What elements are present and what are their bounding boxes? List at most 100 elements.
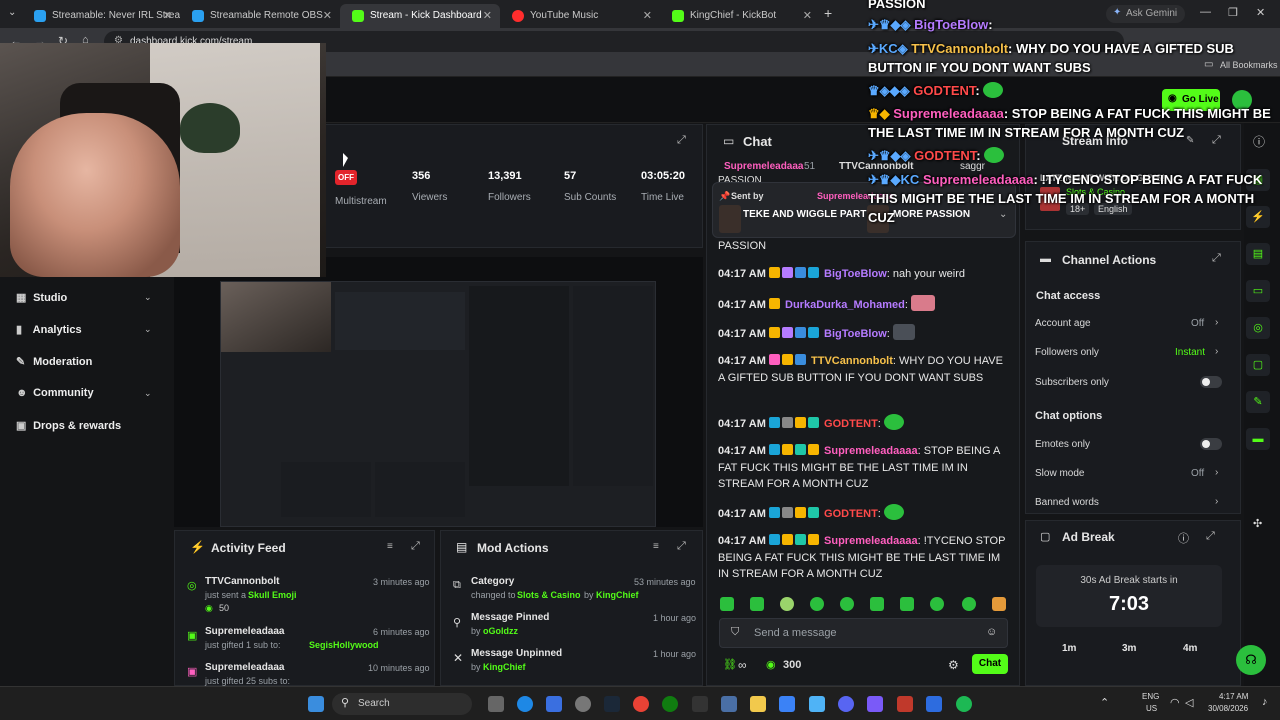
expand-icon[interactable]: ⤢ [411, 540, 420, 553]
activity-user[interactable]: TTVCannonbolt [205, 576, 279, 587]
filter-icon[interactable]: ≡ [387, 541, 393, 552]
chat-username[interactable]: Supremeleadaaaa [824, 535, 918, 547]
chevron-down-icon[interactable]: ⌄ [144, 388, 152, 399]
wifi-icon[interactable]: ◠ [1170, 696, 1180, 709]
sidebar-item-moderation[interactable]: ✎ Moderation [16, 355, 92, 368]
close-tab-icon[interactable]: ✕ [163, 9, 172, 22]
followers-only-label[interactable]: Followers only [1035, 347, 1099, 358]
chevron-right-icon[interactable]: › [1215, 346, 1218, 357]
puzzle-icon[interactable]: ✣ [1253, 517, 1262, 530]
emoji-picker-icon[interactable]: ☺ [986, 626, 997, 638]
settings-gear-icon[interactable]: ⚙ [948, 658, 959, 672]
emote-icon[interactable] [870, 597, 884, 611]
chat-username[interactable]: BigToeBlow [824, 328, 887, 340]
close-tab-icon[interactable]: ✕ [483, 9, 492, 22]
expand-icon[interactable]: ⤢ [1206, 530, 1215, 543]
notification-bell-icon[interactable]: ♪ [1262, 696, 1268, 708]
expand-icon[interactable]: ⤢ [677, 540, 686, 553]
edge-icon[interactable] [517, 696, 533, 712]
mod-action-actor[interactable]: KingChief [483, 662, 526, 672]
expand-icon[interactable]: ⤢ [1212, 252, 1221, 265]
rail-button-chat[interactable]: ▭ [1246, 280, 1270, 302]
chevron-up-icon[interactable]: ⌃ [1100, 696, 1109, 709]
chat-username[interactable]: Supremeleadaaaa [824, 445, 918, 457]
taskbar-search[interactable]: ⚲ Search [332, 693, 472, 715]
activity-user[interactable]: Supremeleadaaa [205, 662, 285, 673]
emote-icon[interactable] [780, 597, 794, 611]
chevron-down-icon[interactable]: ⌄ [144, 292, 152, 303]
store-icon[interactable] [779, 696, 795, 712]
emote-icon[interactable] [900, 597, 914, 611]
language-indicator[interactable]: ENG [1142, 692, 1159, 701]
emotes-only-toggle[interactable] [1200, 438, 1222, 450]
emote-icon[interactable] [810, 597, 824, 611]
expand-icon[interactable]: ⤢ [677, 134, 686, 147]
rail-button-target[interactable]: ◎ [1246, 317, 1270, 339]
rail-button-window[interactable]: ▬ [1246, 428, 1270, 450]
task-view-icon[interactable] [488, 696, 504, 712]
mod-action-actor[interactable]: oGoldzz [483, 626, 518, 636]
browser-tab-4[interactable]: YouTube Music ✕ [500, 4, 660, 28]
browser-tab-5[interactable]: KingChief - KickBot ✕ [660, 4, 820, 28]
chat-username[interactable]: Supremeleadaaa [724, 161, 804, 172]
browser-tab-1[interactable]: Streamable: Never IRL Stream W ✕ [22, 4, 180, 28]
chat-username[interactable]: DurkaDurka_Mohamed [785, 299, 905, 311]
close-tab-icon[interactable]: ✕ [803, 9, 812, 22]
subscribers-only-toggle[interactable] [1200, 376, 1222, 388]
chat-username[interactable]: GODTENT [824, 508, 878, 520]
volume-icon[interactable]: ◁ [1185, 696, 1193, 709]
banned-words-label[interactable]: Banned words [1035, 497, 1099, 508]
support-headset-button[interactable]: ☊ [1236, 645, 1266, 675]
ad-option-3m[interactable]: 3m [1122, 643, 1136, 654]
close-tab-icon[interactable]: ✕ [323, 9, 332, 22]
ad-option-1m[interactable]: 1m [1062, 643, 1076, 654]
emote-icon[interactable] [720, 597, 734, 611]
browser-tab-3[interactable]: Stream - Kick Dashboard ✕ [340, 4, 500, 28]
sidebar-item-drops[interactable]: ▣ Drops & rewards [16, 419, 121, 432]
send-chat-button[interactable]: Chat [972, 654, 1008, 674]
slow-mode-label[interactable]: Slow mode [1035, 468, 1084, 479]
chevron-down-icon[interactable]: ⌄ [144, 324, 152, 335]
chat-username[interactable]: TTVCannonbolt [811, 355, 893, 367]
app-icon[interactable] [809, 696, 825, 712]
app-icon[interactable] [546, 696, 562, 712]
chat-input[interactable]: ⛉ Send a message ☺ [719, 618, 1008, 648]
chat-username[interactable]: BigToeBlow [824, 268, 887, 280]
mod-action-actor[interactable]: KingChief [596, 590, 639, 600]
filter-icon[interactable]: ≡ [653, 541, 659, 552]
stream-preview[interactable] [174, 257, 703, 527]
close-tab-icon[interactable]: ✕ [643, 9, 652, 22]
rail-button-list[interactable]: ▤ [1246, 243, 1270, 265]
spotify-icon[interactable] [956, 696, 972, 712]
sidebar-item-analytics[interactable]: ▮ Analytics [16, 323, 82, 336]
file-explorer-icon[interactable] [750, 696, 766, 712]
rail-button-ads[interactable]: ▢ [1246, 354, 1270, 376]
xbox-icon[interactable] [662, 696, 678, 712]
start-menu-icon[interactable] [308, 696, 324, 712]
chevron-right-icon[interactable]: › [1215, 496, 1218, 507]
emote-icon[interactable] [962, 597, 976, 611]
emote-icon[interactable] [992, 597, 1006, 611]
emote-icon[interactable] [840, 597, 854, 611]
sidebar-item-studio[interactable]: ▦ Studio [16, 291, 67, 304]
emote-icon[interactable] [750, 597, 764, 611]
info-icon[interactable]: ⓘ [1178, 530, 1189, 546]
discord-icon[interactable] [838, 696, 854, 712]
emote-icon[interactable] [930, 597, 944, 611]
sidebar-item-community[interactable]: ☻ Community [16, 387, 94, 399]
tab-list-chevron-icon[interactable]: ⌄ [8, 7, 16, 18]
app-icon[interactable] [897, 696, 913, 712]
multistream-label[interactable]: Multistream [335, 196, 387, 207]
chrome-icon[interactable] [633, 696, 649, 712]
powershell-icon[interactable] [926, 696, 942, 712]
browser-tab-2[interactable]: Streamable Remote OBS ✕ [180, 4, 340, 28]
chat-username[interactable]: GODTENT [824, 418, 878, 430]
activity-user[interactable]: Supremeleadaaa [205, 626, 285, 637]
new-tab-icon[interactable]: + [824, 5, 832, 21]
rail-button-tools[interactable]: ✎ [1246, 391, 1270, 413]
chevron-right-icon[interactable]: › [1215, 317, 1218, 328]
account-age-label[interactable]: Account age [1035, 318, 1091, 329]
obs-icon[interactable] [575, 696, 591, 712]
epic-games-icon[interactable] [692, 696, 708, 712]
app-icon[interactable] [867, 696, 883, 712]
